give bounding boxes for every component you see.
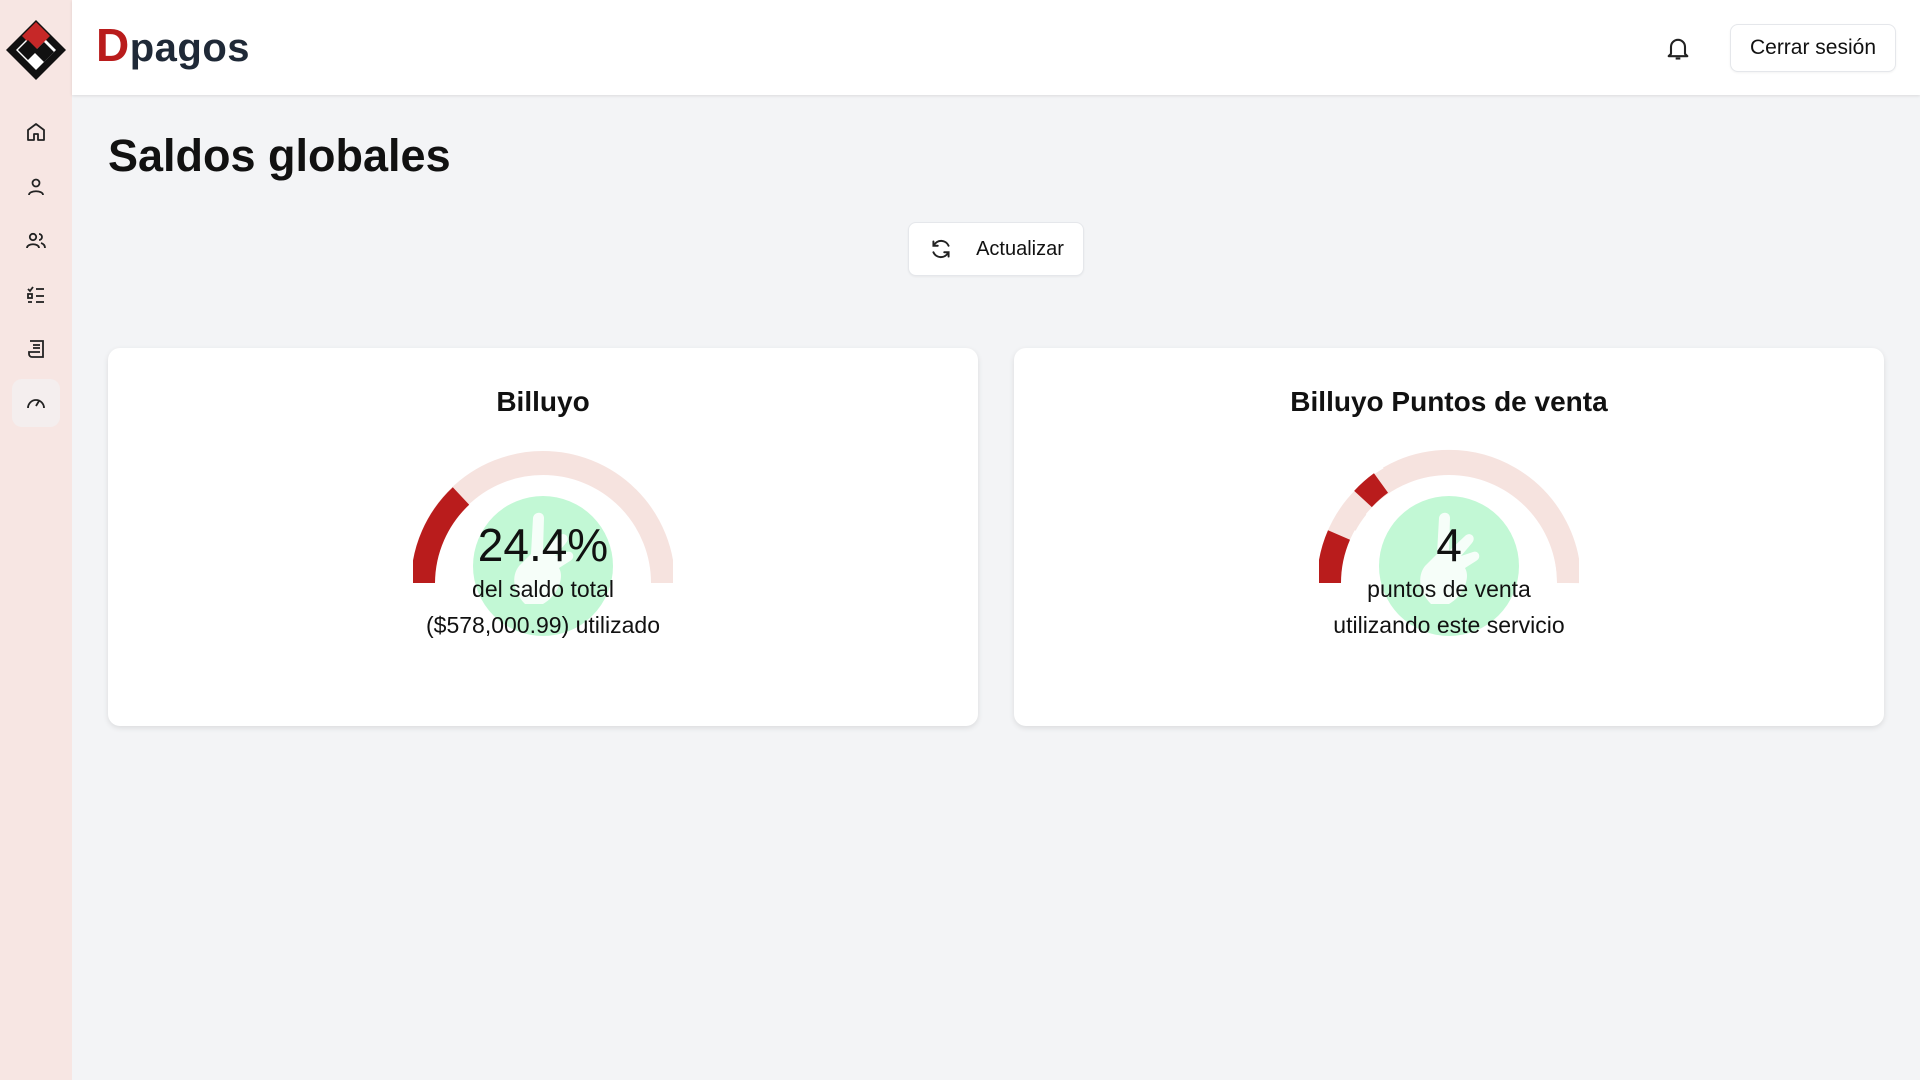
metric-value: 4 <box>1436 519 1462 571</box>
gauge-icon <box>27 399 45 409</box>
metric-caption-line2: utilizando este servicio <box>1333 612 1565 638</box>
refresh-icon <box>932 239 950 259</box>
dpagos-logo-icon <box>6 20 66 80</box>
metric-caption-line1: del saldo total <box>472 576 614 602</box>
sidebar-item-users[interactable] <box>12 217 60 265</box>
sidebar-item-tasks[interactable] <box>12 271 60 319</box>
brand-logo-text: Dpagos <box>96 18 250 72</box>
top-bar: Dpagos Cerrar sesión <box>72 0 1920 95</box>
users-icon <box>26 232 46 249</box>
checklist-icon <box>27 286 44 303</box>
sidebar-item-records[interactable] <box>12 325 60 373</box>
sidebar-item-dashboard[interactable] <box>12 379 60 427</box>
receipt-icon <box>28 340 44 358</box>
metric-caption-line2: ($578,000.99) utilizado <box>426 612 660 638</box>
card-billuyo: Billuyo 24.4% del saldo total ($578,000.… <box>108 348 978 726</box>
page-title: Saldos globales <box>108 130 451 181</box>
bell-icon[interactable] <box>1664 34 1692 62</box>
user-icon <box>28 178 44 196</box>
card-title: Billuyo Puntos de venta <box>1290 386 1608 417</box>
card-billuyo-puntos-de-venta: Billuyo Puntos de venta 4 puntos de vent… <box>1014 348 1884 726</box>
brand-initial: D <box>96 19 130 71</box>
sidebar-item-home[interactable] <box>12 108 60 156</box>
logout-button[interactable]: Cerrar sesión <box>1730 24 1896 72</box>
refresh-label: Actualizar <box>976 237 1064 260</box>
card-title: Billuyo <box>496 386 590 417</box>
brand-name: pagos <box>129 26 251 70</box>
metric-caption-line1: puntos de venta <box>1367 576 1531 602</box>
sidebar-item-user[interactable] <box>12 163 60 211</box>
metric-value: 24.4% <box>477 519 609 571</box>
sidebar <box>0 0 72 1080</box>
home-icon <box>27 123 45 141</box>
refresh-button[interactable]: Actualizar <box>908 222 1084 276</box>
